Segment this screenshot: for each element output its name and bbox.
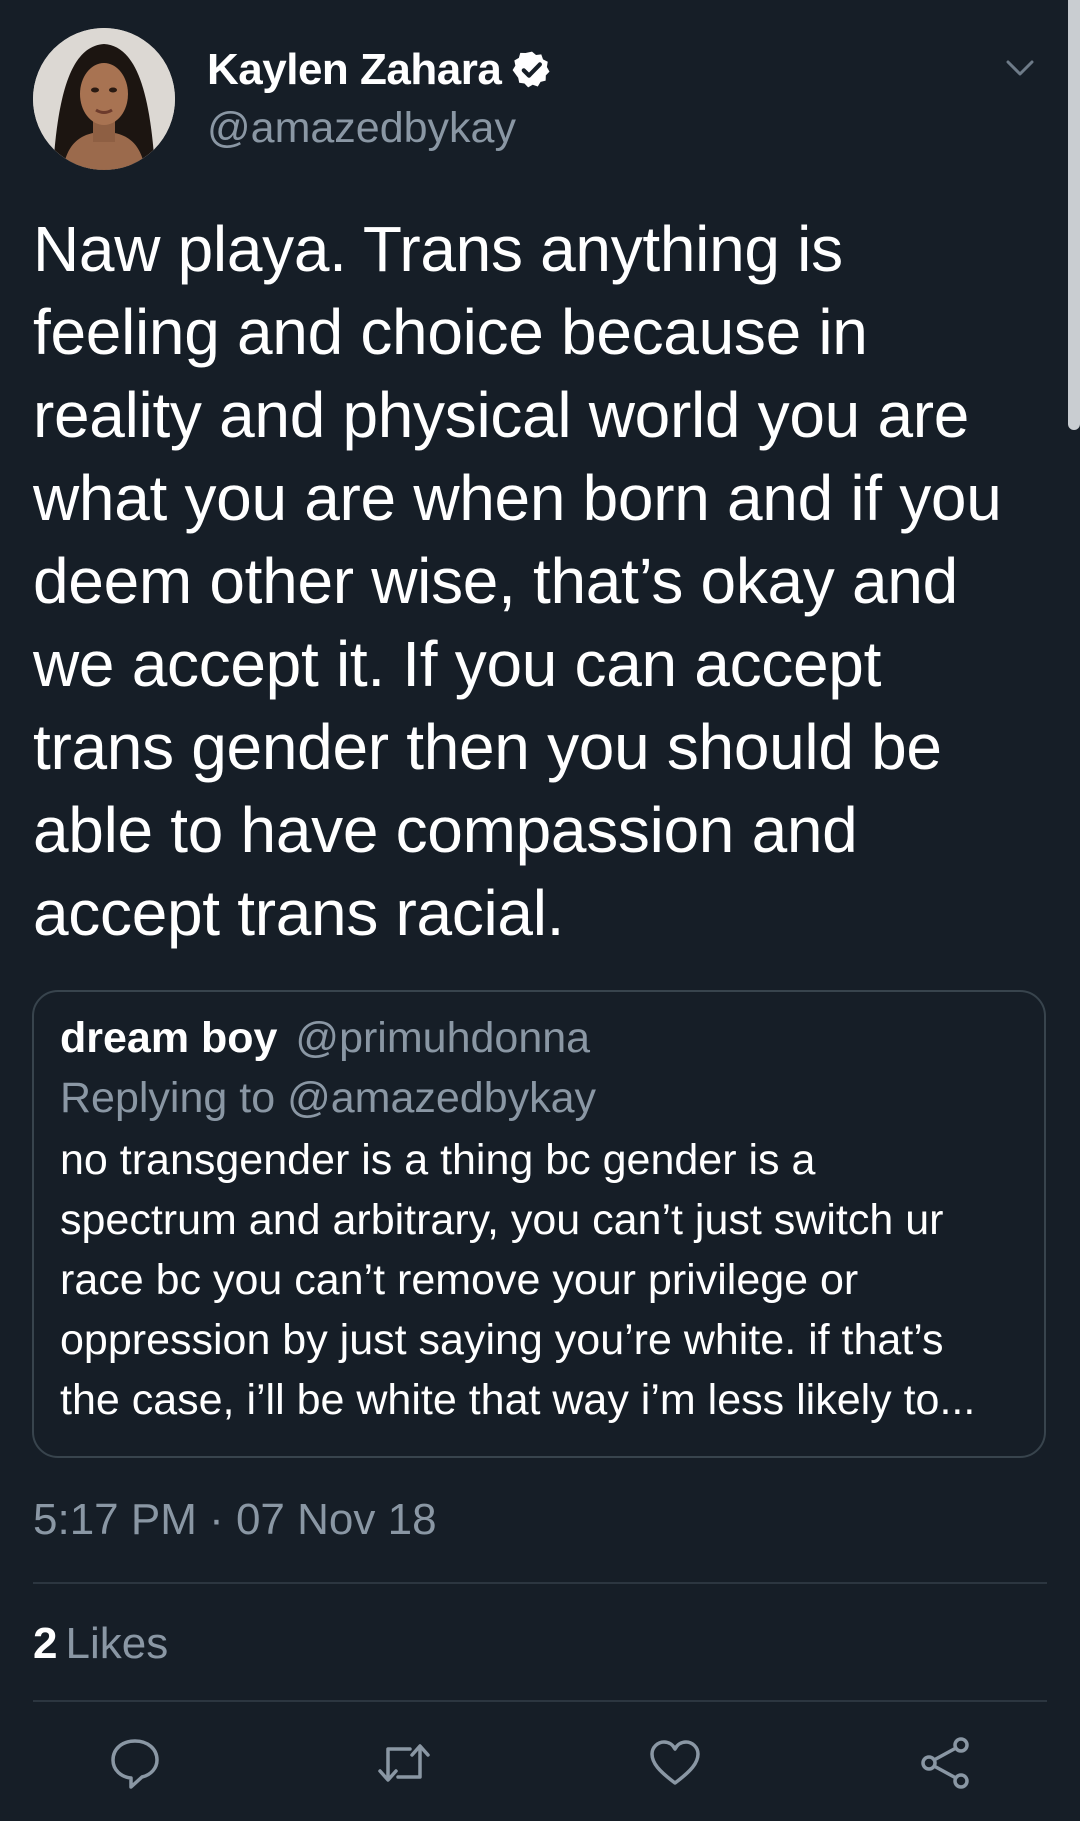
likes-count: 2 xyxy=(33,1619,58,1668)
tweet-header: Kaylen Zahara @amazedbykay xyxy=(33,28,1040,178)
tweet-line: deem other wise, that’s okay and xyxy=(33,545,958,617)
tweet-line: Naw playa. Trans anything is xyxy=(33,213,843,285)
quoted-line: no transgender is a thing bc gender is a xyxy=(60,1136,816,1184)
divider xyxy=(33,1582,1047,1584)
retweet-icon[interactable] xyxy=(376,1735,432,1791)
name-row: Kaylen Zahara xyxy=(207,42,553,98)
tweet-line: feeling and choice because in xyxy=(33,296,868,368)
chevron-down-icon[interactable] xyxy=(1000,48,1040,88)
tweet-line: accept trans racial. xyxy=(33,877,565,949)
author-display-name[interactable]: Kaylen Zahara xyxy=(207,45,502,95)
tweet-text: Naw playa. Trans anything is feeling and… xyxy=(33,208,1043,955)
author-handle[interactable]: @amazedbykay xyxy=(207,104,553,153)
quoted-author-handle: @primuhdonna xyxy=(295,1014,591,1062)
quoted-tweet-header: dream boy @primuhdonna xyxy=(60,1010,590,1066)
avatar-image xyxy=(33,28,175,170)
tweet-line: able to have compassion and xyxy=(33,794,858,866)
tweet-line: reality and physical world you are xyxy=(33,379,970,451)
action-bar xyxy=(0,1735,1080,1795)
tweet-line: we accept it. If you can accept xyxy=(33,628,882,700)
author-names: Kaylen Zahara @amazedbykay xyxy=(207,42,553,153)
quoted-line: the case, i’ll be white that way i’m les… xyxy=(60,1376,976,1424)
verified-badge-icon xyxy=(511,49,553,91)
avatar[interactable] xyxy=(33,28,175,170)
replying-to-label: Replying to @amazedbykay xyxy=(60,1074,597,1122)
quoted-tweet-text: no transgender is a thing bc gender is a… xyxy=(60,1130,1020,1430)
like-icon[interactable] xyxy=(647,1735,703,1791)
quoted-tweet-card[interactable]: dream boy @primuhdonna Replying to @amaz… xyxy=(32,990,1046,1458)
quoted-line: oppression by just saying you’re white. … xyxy=(60,1316,944,1364)
quoted-author-name: dream boy xyxy=(60,1014,278,1062)
quoted-line: race bc you can’t remove your privilege … xyxy=(60,1256,859,1304)
reply-icon[interactable] xyxy=(107,1735,163,1791)
tweet-line: what you are when born and if you xyxy=(33,462,1002,534)
tweet-timestamp: 5:17 PM · 07 Nov 18 xyxy=(33,1495,437,1544)
scrollbar[interactable] xyxy=(1068,0,1080,430)
likes-label: Likes xyxy=(65,1619,169,1668)
likes-stat[interactable]: 2 Likes xyxy=(33,1614,168,1674)
quoted-line: spectrum and arbitrary, you can’t just s… xyxy=(60,1196,944,1244)
tweet-line: trans gender then you should be xyxy=(33,711,942,783)
share-icon[interactable] xyxy=(917,1735,973,1791)
divider xyxy=(33,1700,1047,1702)
